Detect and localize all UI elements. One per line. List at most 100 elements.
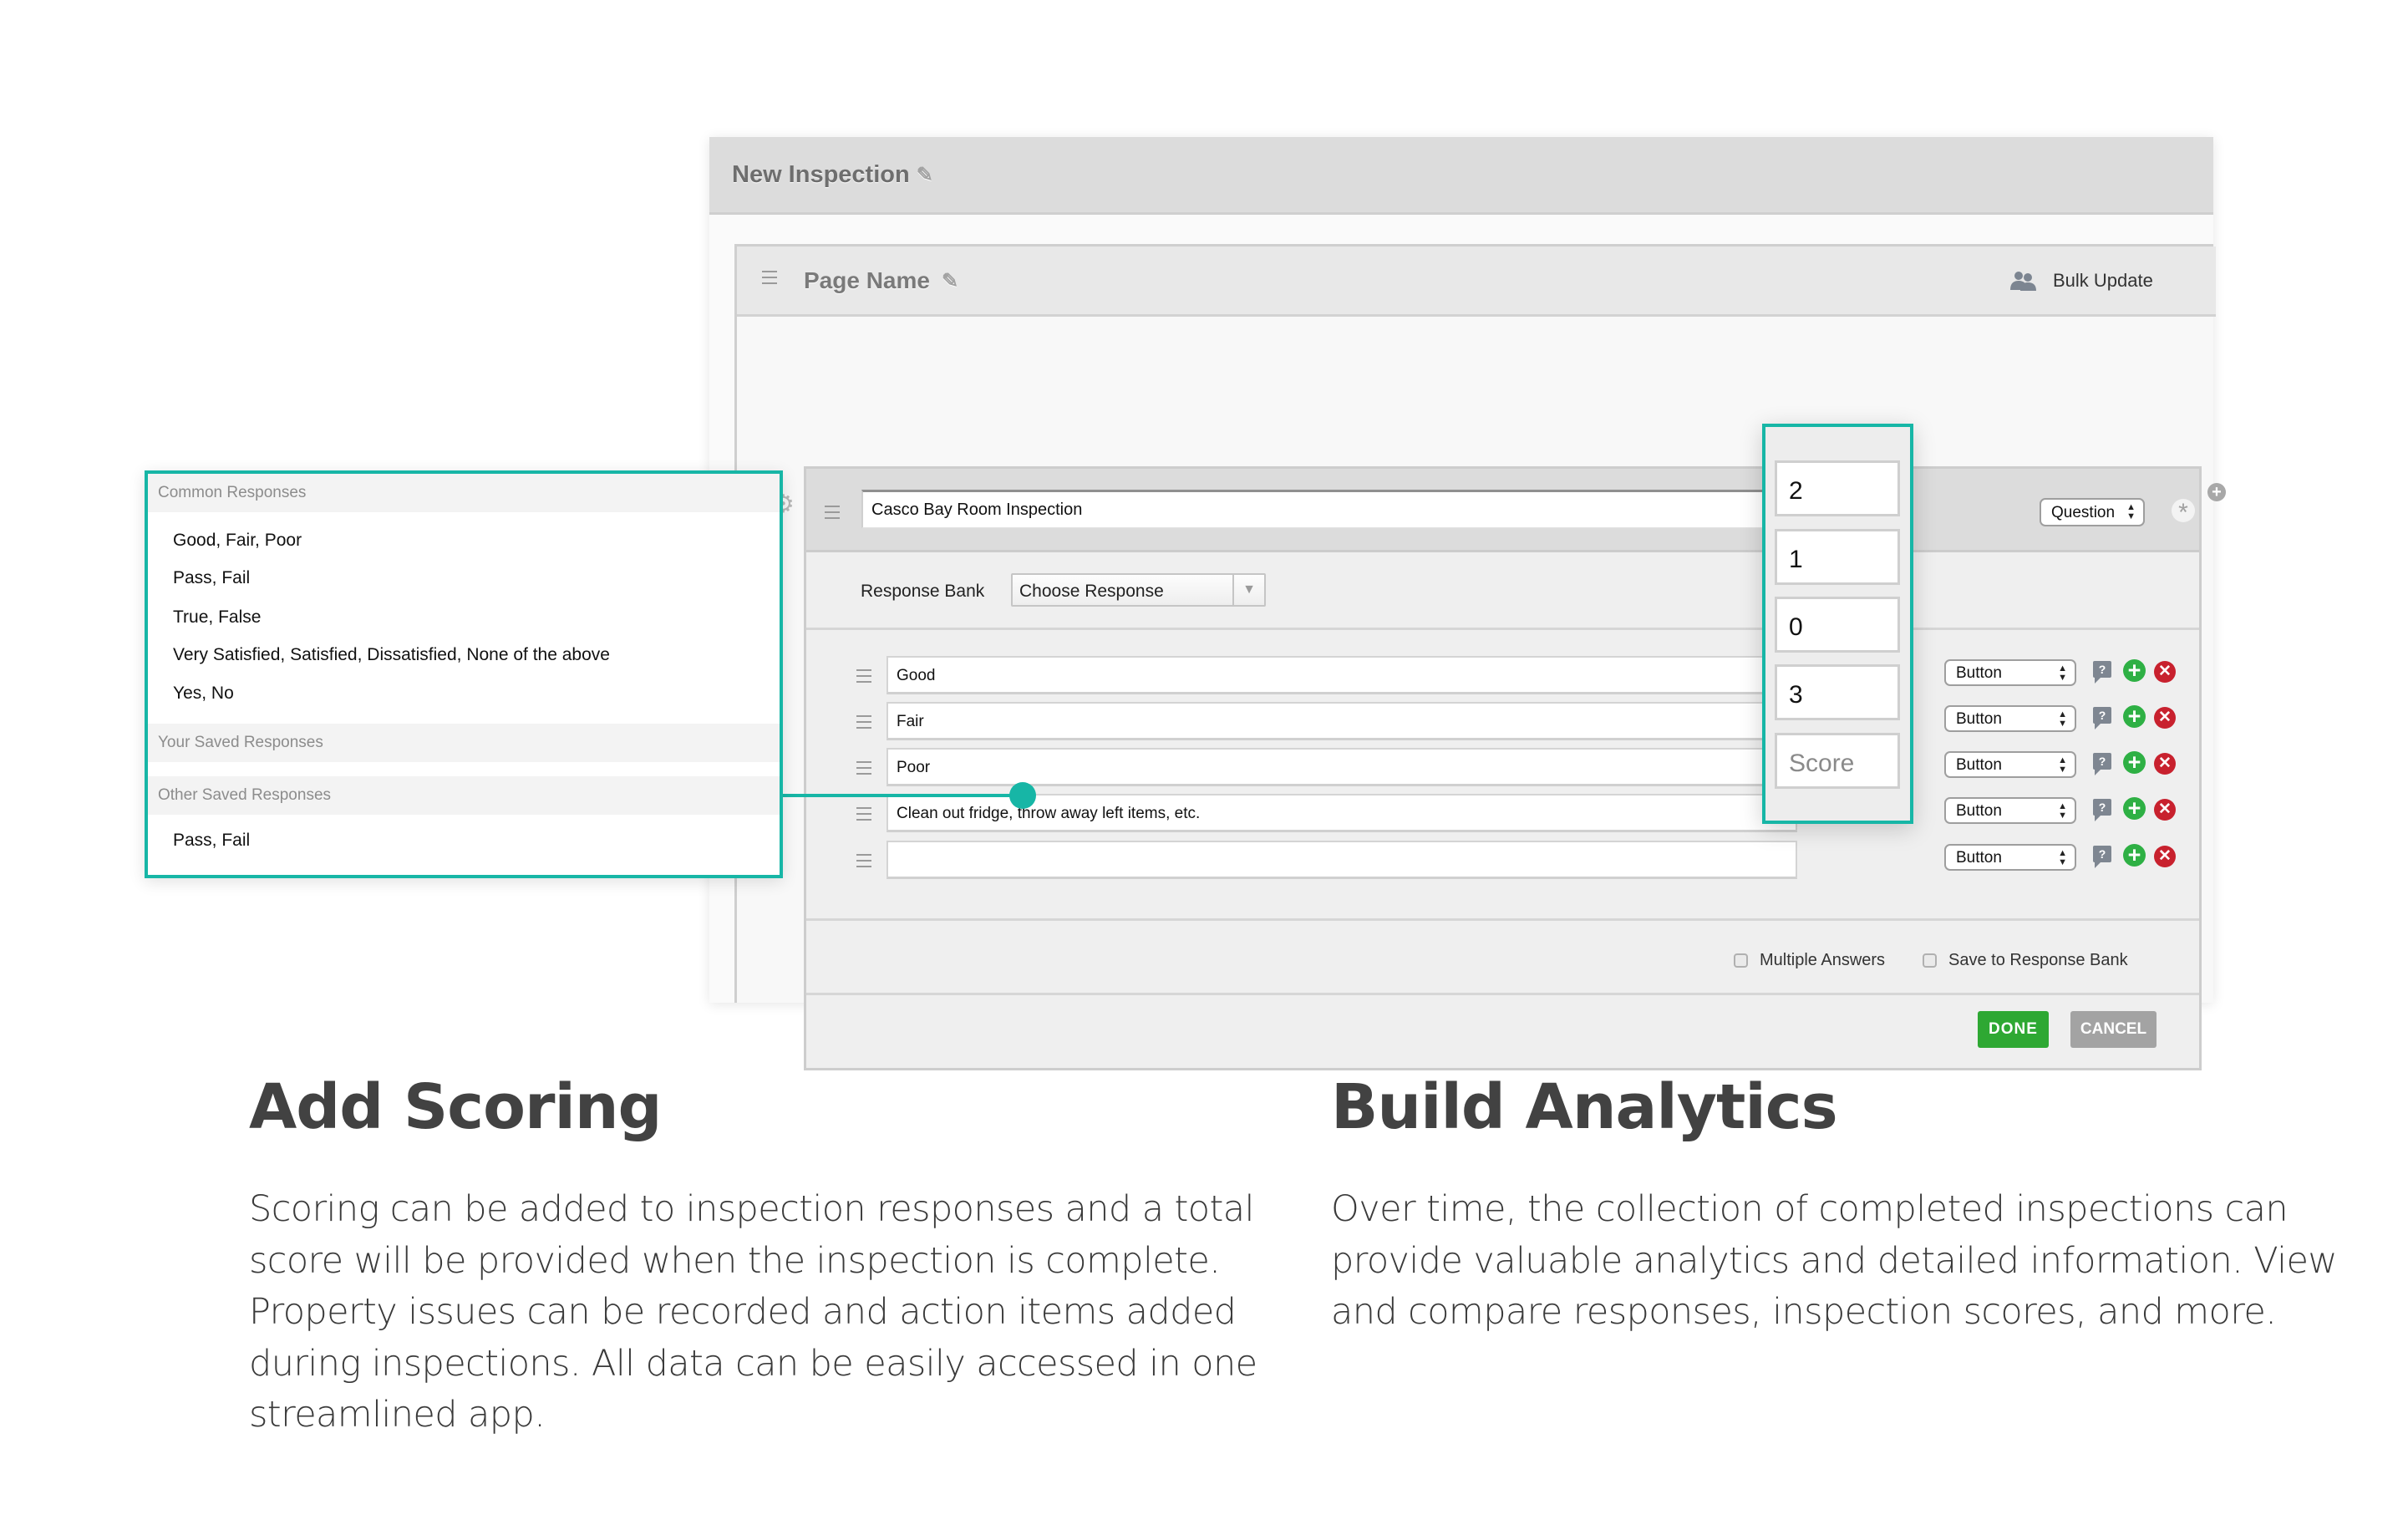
response-row: Fair Button ▲ ▼ ? + ✕	[806, 702, 2199, 740]
updown-arrows-icon: ▲ ▼	[2058, 755, 2067, 775]
score-column-callout: 2 1 0 3 Score	[1762, 424, 1913, 824]
feature-description: Over time, the collection of completed i…	[1331, 1184, 2338, 1339]
page-header: Page Name ✎ Bulk Update	[737, 247, 2216, 317]
question-header: Casco Bay Room Inspection Question ▲ ▼ *	[806, 469, 2199, 552]
x-circle-icon[interactable]: ✕	[2154, 799, 2176, 821]
drag-handle-icon[interactable]	[856, 669, 871, 683]
pencil-icon[interactable]: ✎	[917, 163, 933, 187]
app-header: New Inspection ✎	[709, 137, 2213, 215]
help-bubble-icon[interactable]: ?	[2093, 799, 2111, 821]
feature-description-line: streamlined app.	[249, 1394, 546, 1436]
callout-connector-line	[783, 794, 1017, 797]
plus-circle-icon[interactable]: +	[2123, 797, 2146, 820]
inspection-editor-window: New Inspection ✎ Page Name ✎ Bulk Update ⚙…	[709, 137, 2226, 1070]
response-text-input[interactable]: Good	[886, 656, 1797, 694]
bulk-update-label: Bulk Update	[2053, 270, 2153, 291]
plus-circle-icon[interactable]: +	[2123, 751, 2146, 774]
response-type-select[interactable]: Button ▲ ▼	[1944, 659, 2076, 686]
feature-title: Build Analytics	[1331, 1071, 1838, 1143]
x-circle-icon[interactable]: ✕	[2154, 846, 2176, 867]
updown-arrows-icon: ▲ ▼	[2058, 801, 2067, 821]
dropdown-option[interactable]: Pass, Fail	[173, 831, 250, 851]
dropdown-section-header: Your Saved Responses	[148, 724, 780, 762]
feature-description-line: Over time, the collection of completed i…	[1331, 1188, 2289, 1230]
score-input[interactable]: 2	[1775, 460, 1900, 516]
drag-handle-icon[interactable]	[825, 506, 840, 519]
feature-description-line: and compare responses, inspection scores…	[1331, 1291, 2277, 1333]
page-name[interactable]: Page Name ✎	[804, 267, 958, 294]
response-text-input[interactable]: Poor	[886, 748, 1797, 786]
multiple-answers-label: Multiple Answers	[1760, 951, 1886, 969]
dropdown-arrow-icon[interactable]: ▼	[1232, 575, 1264, 605]
checkbox-icon[interactable]	[1734, 953, 1748, 968]
dropdown-option[interactable]: True, False	[173, 607, 261, 628]
response-type-select[interactable]: Button ▲ ▼	[1944, 751, 2076, 778]
updown-arrows-icon: ▲ ▼	[2058, 709, 2067, 729]
plus-circle-icon[interactable]: +	[2123, 844, 2146, 867]
drag-handle-icon[interactable]	[856, 854, 871, 867]
response-bank-select[interactable]: Choose Response ▼	[1011, 573, 1266, 607]
x-circle-icon[interactable]: ✕	[2154, 707, 2176, 729]
multiple-answers-checkbox[interactable]: Multiple Answers	[1734, 951, 1885, 970]
dropdown-option[interactable]: Good, Fair, Poor	[173, 531, 302, 551]
asterisk-icon[interactable]: *	[2172, 499, 2195, 526]
question-card: Casco Bay Room Inspection Question ▲ ▼ * …	[804, 466, 2202, 1070]
dropdown-option[interactable]: Pass, Fail	[173, 568, 250, 588]
drag-handle-icon[interactable]	[856, 715, 871, 729]
callout-connector-dot	[1009, 782, 1036, 809]
response-type-value: Button	[1956, 664, 2002, 682]
updown-arrows-icon: ▲ ▼	[2058, 663, 2067, 683]
inspection-title[interactable]: New Inspection ✎	[732, 161, 933, 189]
response-type-value: Button	[1956, 849, 2002, 867]
drag-handle-icon[interactable]	[856, 807, 871, 821]
response-type-select[interactable]: Button ▲ ▼	[1944, 797, 2076, 824]
dropdown-section-header: Common Responses	[148, 474, 780, 512]
page-section: Page Name ✎ Bulk Update ⚙ + Casco Bay Roo…	[734, 244, 2226, 1070]
x-circle-icon[interactable]: ✕	[2154, 661, 2176, 683]
response-bank-row: Response Bank Choose Response ▼	[806, 555, 2199, 630]
response-bank-value: Choose Response	[1019, 582, 1164, 601]
response-type-value: Button	[1956, 710, 2002, 728]
help-bubble-icon[interactable]: ?	[2093, 707, 2111, 729]
plus-circle-icon[interactable]: +	[2123, 705, 2146, 728]
help-bubble-icon[interactable]: ?	[2093, 846, 2111, 868]
bulk-update-button[interactable]: Bulk Update	[2009, 270, 2153, 292]
done-button[interactable]: DONE	[1978, 1011, 2049, 1048]
options-row: Multiple Answers Save to Response Bank	[806, 918, 2199, 995]
help-bubble-icon[interactable]: ?	[2093, 661, 2111, 684]
response-bank-label: Response Bank	[861, 582, 985, 601]
plus-circle-icon[interactable]: +	[2123, 659, 2146, 682]
response-type-value: Button	[1956, 802, 2002, 820]
response-type-value: Button	[1956, 756, 2002, 774]
score-input[interactable]: 0	[1775, 597, 1900, 653]
feature-description: Scoring can be added to inspection respo…	[249, 1184, 1257, 1441]
response-row: Poor Button ▲ ▼ ? + ✕	[806, 748, 2199, 786]
question-type-value: Question	[2051, 504, 2116, 521]
response-text-input[interactable]: Fair	[886, 702, 1797, 740]
response-type-select[interactable]: Button ▲ ▼	[1944, 705, 2076, 732]
add-question-icon[interactable]: +	[2207, 483, 2226, 501]
dropdown-section-header: Other Saved Responses	[148, 776, 780, 815]
drag-handle-icon[interactable]	[762, 271, 777, 284]
score-input[interactable]: 3	[1775, 664, 1900, 720]
pencil-icon[interactable]: ✎	[942, 269, 958, 293]
question-text-input[interactable]: Casco Bay Room Inspection	[861, 490, 1884, 528]
help-bubble-icon[interactable]: ?	[2093, 753, 2111, 775]
feature-title: Add Scoring	[249, 1071, 662, 1143]
cancel-button[interactable]: CANCEL	[2070, 1011, 2157, 1048]
x-circle-icon[interactable]: ✕	[2154, 753, 2176, 775]
response-type-select[interactable]: Button ▲ ▼	[1944, 844, 2076, 871]
response-row: Good Button ▲ ▼ ? + ✕	[806, 656, 2199, 694]
checkbox-icon[interactable]	[1923, 953, 1937, 968]
feature-description-line: score will be provided when the inspecti…	[249, 1239, 1221, 1282]
feature-description-line: during inspections. All data can be easi…	[249, 1342, 1257, 1385]
feature-description-line: Scoring can be added to inspection respo…	[249, 1188, 1254, 1230]
score-input-empty[interactable]: Score	[1775, 733, 1900, 789]
dropdown-option[interactable]: Very Satisfied, Satisfied, Dissatisfied,…	[173, 645, 610, 665]
dropdown-option[interactable]: Yes, No	[173, 684, 234, 704]
drag-handle-icon[interactable]	[856, 761, 871, 775]
score-input[interactable]: 1	[1775, 529, 1900, 585]
response-text-input[interactable]	[886, 841, 1797, 879]
question-type-select[interactable]: Question ▲ ▼	[2040, 498, 2145, 526]
save-to-bank-checkbox[interactable]: Save to Response Bank	[1923, 951, 2128, 970]
